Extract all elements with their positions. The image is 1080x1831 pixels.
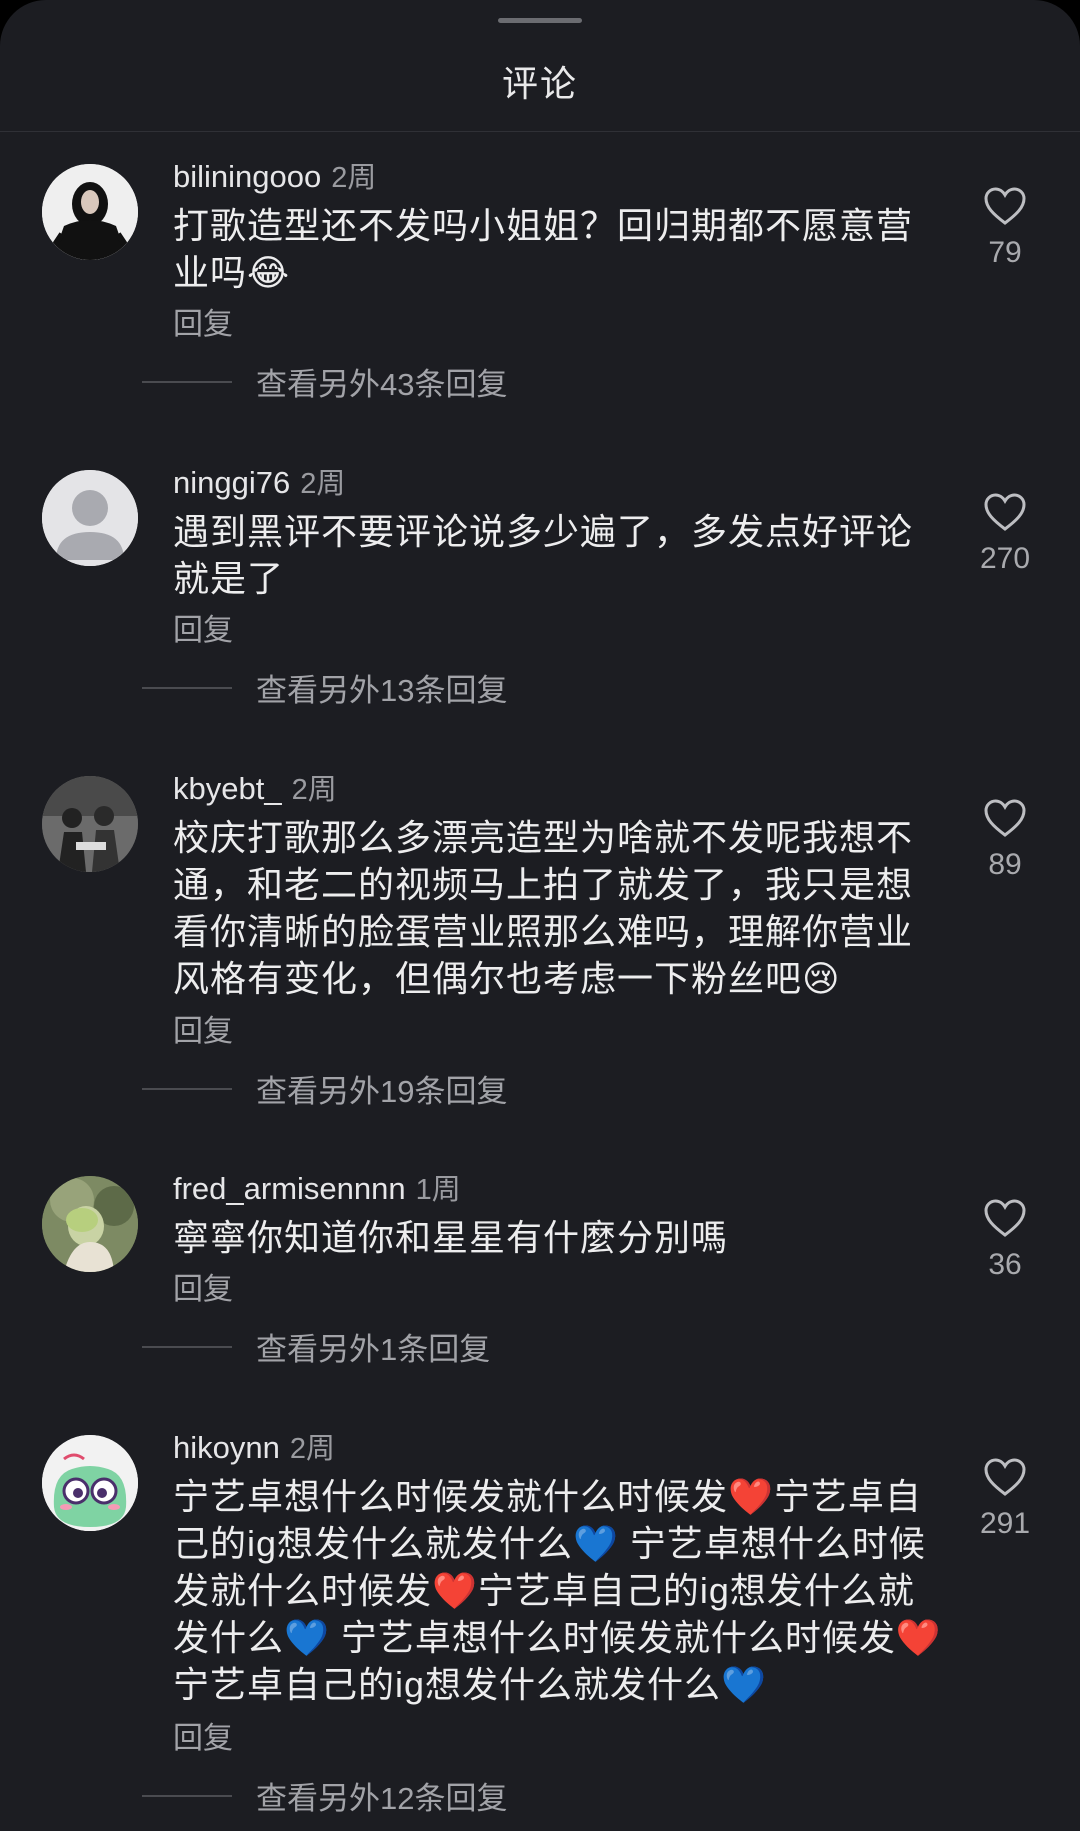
- username[interactable]: hikoynn: [173, 1430, 280, 1465]
- view-more-replies[interactable]: 查看另外19条回复: [142, 1066, 507, 1111]
- like-button[interactable]: 79: [975, 186, 1035, 270]
- username[interactable]: ninggi76: [173, 465, 290, 500]
- like-count: 36: [988, 1248, 1022, 1281]
- like-button[interactable]: 89: [975, 798, 1035, 882]
- divider-line: [142, 380, 232, 383]
- comment-text: 打歌造型还不发吗小姐姐？回归期都不愿意营业吗😂: [173, 205, 914, 293]
- like-button[interactable]: 291: [975, 1457, 1035, 1541]
- divider-line: [142, 1087, 232, 1090]
- reply-button[interactable]: 回复: [173, 605, 233, 649]
- view-more-replies-label: 查看另外19条回复: [256, 1074, 508, 1109]
- header-divider: [0, 131, 1080, 132]
- divider-line: [142, 1794, 232, 1797]
- heart-outline-icon: [984, 799, 1026, 837]
- comment-time: 1周: [415, 1174, 461, 1206]
- comment-time: 2周: [331, 162, 377, 194]
- view-more-replies-label: 查看另外13条回复: [256, 673, 508, 708]
- username[interactable]: kbyebt_: [173, 771, 282, 806]
- comments-sheet: 评论 biliningooo 2周 打歌造型还不发吗小姐姐？回归期都不愿意营业吗😂…: [0, 0, 1080, 1831]
- comment-meta: biliningooo 2周: [173, 154, 376, 196]
- like-count: 79: [988, 236, 1022, 269]
- view-more-replies-label: 查看另外12条回复: [256, 1781, 508, 1816]
- avatar[interactable]: [42, 776, 138, 872]
- view-more-replies-label: 查看另外1条回复: [256, 1332, 491, 1367]
- page-title: 评论: [501, 63, 578, 104]
- view-more-replies[interactable]: 查看另外1条回复: [142, 1324, 490, 1369]
- comment-text: 宁艺卓想什么时候发就什么时候发❤️宁艺卓自己的ig想发什么就发什么💙 宁艺卓想什…: [173, 1476, 942, 1705]
- comment-text: 寧寧你知道你和星星有什麼分別嗎: [173, 1217, 729, 1258]
- heart-outline-icon: [984, 187, 1026, 225]
- heart-outline-icon: [984, 493, 1026, 531]
- like-button[interactable]: 270: [975, 492, 1035, 576]
- reply-button[interactable]: 回复: [173, 1713, 233, 1757]
- reply-button[interactable]: 回复: [173, 1006, 233, 1050]
- reply-button[interactable]: 回复: [173, 1264, 233, 1308]
- comment-time: 2周: [289, 1433, 335, 1465]
- like-count: 270: [979, 542, 1031, 575]
- heart-outline-icon: [984, 1199, 1026, 1237]
- like-button[interactable]: 36: [975, 1198, 1035, 1282]
- comment-meta: kbyebt_ 2周: [173, 766, 337, 808]
- comment-time: 2周: [291, 774, 337, 806]
- reply-button[interactable]: 回复: [173, 299, 233, 343]
- divider-line: [142, 1345, 232, 1348]
- view-more-replies[interactable]: 查看另外43条回复: [142, 359, 507, 404]
- comment-time: 2周: [300, 468, 346, 500]
- view-more-replies[interactable]: 查看另外12条回复: [142, 1773, 507, 1818]
- avatar[interactable]: [42, 470, 138, 566]
- comment-meta: fred_armisennnn 1周: [173, 1166, 461, 1208]
- like-count: 89: [988, 848, 1022, 881]
- heart-outline-icon: [984, 1458, 1026, 1496]
- avatar[interactable]: [42, 1435, 138, 1531]
- divider-line: [142, 686, 232, 689]
- comment-meta: hikoynn 2周: [173, 1425, 335, 1467]
- sheet-grabber[interactable]: [498, 18, 582, 23]
- username[interactable]: biliningooo: [173, 159, 321, 194]
- username[interactable]: fred_armisennnn: [173, 1171, 406, 1206]
- avatar[interactable]: [42, 1176, 138, 1272]
- comment-text: 遇到黑评不要评论说多少遍了，多发点好评论就是了: [173, 511, 914, 599]
- comment-meta: ninggi76 2周: [173, 460, 345, 502]
- view-more-replies-label: 查看另外43条回复: [256, 367, 508, 402]
- view-more-replies[interactable]: 查看另外13条回复: [142, 665, 507, 710]
- like-count: 291: [979, 1507, 1031, 1540]
- comment-text: 校庆打歌那么多漂亮造型为啥就不发呢我想不通，和老二的视频马上拍了就发了，我只是想…: [173, 817, 914, 999]
- avatar[interactable]: [42, 164, 138, 260]
